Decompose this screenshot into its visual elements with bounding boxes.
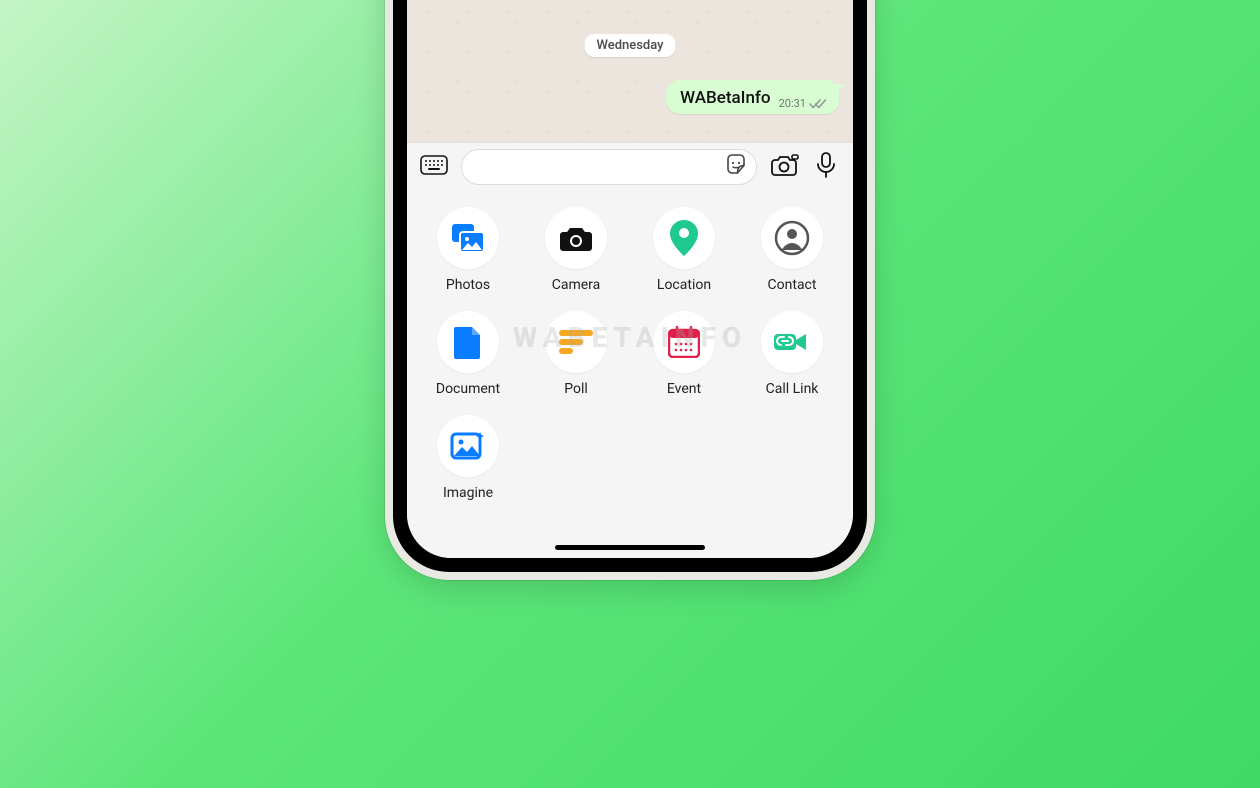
attachment-label: Call Link: [766, 381, 819, 397]
attachment-label: Camera: [552, 277, 601, 293]
attachment-calllink[interactable]: Call Link: [741, 311, 843, 397]
message-time: 20:31: [779, 97, 806, 110]
attachment-label: Location: [657, 277, 711, 293]
attachment-sheet: WABETAINFO Photos Camera: [407, 193, 853, 558]
contact-icon: [761, 207, 823, 269]
document-icon: [437, 311, 499, 373]
keyboard-icon: [420, 155, 448, 179]
location-icon: [653, 207, 715, 269]
attachment-photos[interactable]: Photos: [417, 207, 519, 293]
attachment-label: Photos: [446, 277, 490, 293]
attachment-label: Imagine: [443, 485, 493, 501]
date-separator: Wednesday: [584, 34, 675, 57]
event-icon: [653, 311, 715, 373]
outgoing-message-bubble[interactable]: WABetaInfo 20:31: [666, 80, 839, 114]
attachment-location[interactable]: Location: [633, 207, 735, 293]
attachment-label: Contact: [768, 277, 817, 293]
poll-icon: [545, 311, 607, 373]
phone-frame: Wednesday WABetaInfo 20:31: [385, 0, 875, 580]
attachment-event[interactable]: Event: [633, 311, 735, 397]
chat-area: Wednesday WABetaInfo 20:31: [407, 0, 853, 142]
attachment-label: Document: [436, 381, 500, 397]
camera-icon: [545, 207, 607, 269]
camera-button[interactable]: [769, 152, 799, 182]
message-input-bar: [407, 142, 853, 193]
microphone-icon: [815, 152, 837, 182]
message-meta: 20:31: [779, 97, 827, 110]
attachment-imagine[interactable]: Imagine: [417, 415, 519, 501]
calllink-icon: [761, 311, 823, 373]
attachment-contact[interactable]: Contact: [741, 207, 843, 293]
camera-icon: [769, 153, 799, 181]
read-receipt-icon: [809, 98, 827, 110]
attachment-camera[interactable]: Camera: [525, 207, 627, 293]
photos-icon: [437, 207, 499, 269]
sticker-button[interactable]: [722, 153, 750, 181]
phone-bezel: Wednesday WABetaInfo 20:31: [393, 0, 867, 572]
attachment-label: Poll: [564, 381, 588, 397]
screen: Wednesday WABetaInfo 20:31: [407, 0, 853, 558]
message-text: WABetaInfo: [680, 88, 770, 108]
home-indicator[interactable]: [555, 545, 705, 550]
sticker-icon: [724, 153, 748, 181]
attachment-label: Event: [667, 381, 701, 397]
imagine-icon: [437, 415, 499, 477]
mic-button[interactable]: [811, 152, 841, 182]
keyboard-button[interactable]: [419, 152, 449, 182]
message-input[interactable]: [461, 149, 757, 185]
attachment-grid: Photos Camera Location: [417, 207, 843, 501]
attachment-poll[interactable]: Poll: [525, 311, 627, 397]
attachment-document[interactable]: Document: [417, 311, 519, 397]
